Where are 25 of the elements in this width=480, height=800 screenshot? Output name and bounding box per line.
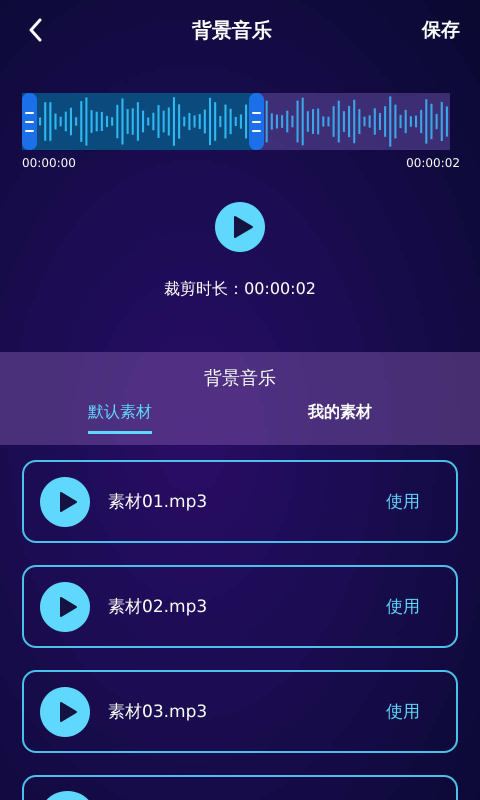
use-button[interactable]: 使用 <box>386 700 420 723</box>
crop-duration: 裁剪时长：00:00:02 <box>164 279 316 300</box>
use-button[interactable]: 使用 <box>386 490 420 513</box>
back-icon[interactable] <box>28 18 42 42</box>
play-icon <box>58 700 78 722</box>
play-button[interactable] <box>40 582 90 632</box>
save-button[interactable]: 保存 <box>422 17 460 43</box>
tab[interactable]: 我的素材 <box>308 402 372 434</box>
track-name: 素材03.mp3 <box>108 701 208 723</box>
tab[interactable]: 默认素材 <box>88 402 152 434</box>
page-title: 背景音乐 <box>192 16 272 44</box>
play-icon <box>58 596 78 618</box>
start-time: 00:00:00 <box>22 156 76 170</box>
play-button[interactable] <box>40 476 90 526</box>
trim-handle[interactable] <box>249 93 264 150</box>
panel-title: 背景音乐 <box>204 367 276 390</box>
play-button[interactable] <box>215 202 265 252</box>
track-name: 素材01.mp3 <box>108 491 208 513</box>
play-icon <box>232 215 254 239</box>
play-button[interactable] <box>40 686 90 736</box>
end-time: 00:00:02 <box>406 156 460 170</box>
track-name: 素材02.mp3 <box>108 596 208 618</box>
trim-handle[interactable] <box>22 93 37 150</box>
play-icon <box>58 490 78 512</box>
use-button[interactable]: 使用 <box>386 595 420 618</box>
